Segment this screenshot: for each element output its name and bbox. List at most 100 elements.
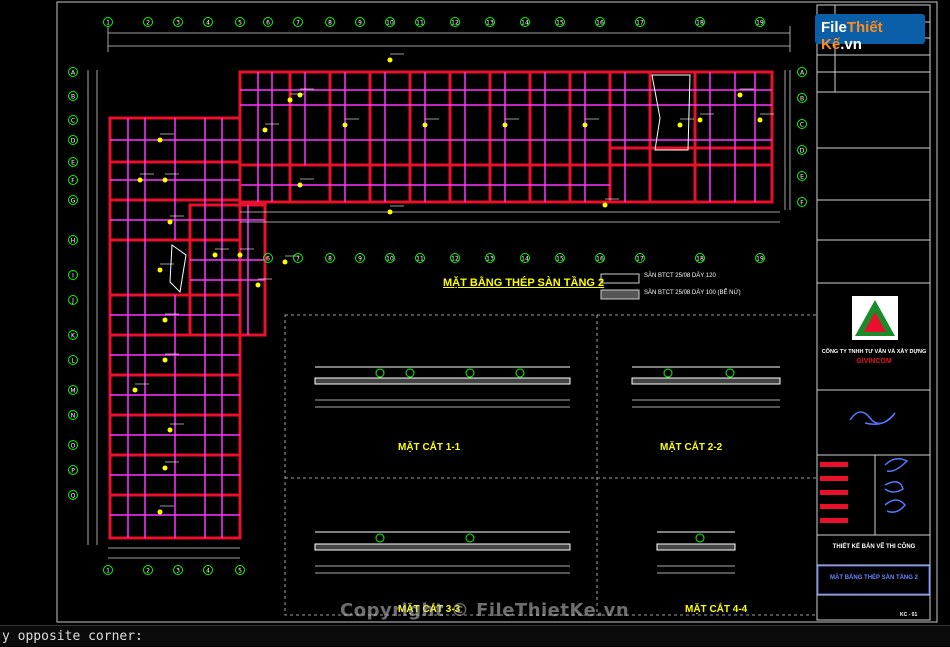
axis-bottom-3: 3	[173, 565, 183, 575]
axis-top-6: 6	[263, 17, 273, 27]
svg-text:11: 11	[416, 256, 424, 263]
axis-top-1: 1	[103, 17, 113, 27]
stair-opening	[651, 74, 691, 151]
svg-text:B: B	[71, 94, 75, 101]
axis-top-19: 19	[755, 17, 765, 27]
site-logo[interactable]: FileThiết Kế.vn	[815, 14, 925, 53]
svg-text:11: 11	[416, 20, 424, 27]
axis-top-3: 3	[173, 17, 183, 27]
axis-bottom-15: 15	[555, 253, 565, 263]
axis-bottom-2: 2	[143, 565, 153, 575]
section-frames	[284, 314, 818, 616]
axis-left-J: J	[68, 295, 78, 305]
logo-text: FileThiết Kế.vn	[821, 19, 925, 53]
svg-text:13: 13	[486, 256, 494, 263]
svg-text:1: 1	[106, 20, 110, 27]
svg-text:17: 17	[636, 256, 644, 263]
svg-text:J: J	[71, 298, 74, 305]
svg-text:I: I	[72, 273, 74, 280]
axis-bottom-12: 12	[450, 253, 460, 263]
command-line[interactable]: y opposite corner:	[0, 625, 950, 646]
svg-text:18: 18	[696, 20, 704, 27]
axis-right-E: E	[797, 171, 807, 181]
svg-text:2: 2	[146, 568, 150, 575]
rebar-tag	[157, 263, 174, 273]
axis-left-B: B	[68, 91, 78, 101]
svg-text:C: C	[71, 118, 75, 125]
axis-left-D: D	[68, 135, 78, 145]
legend-text-2: SÀN BTCT 25/08 DÀY 100 (BỂ NỨ)	[644, 290, 741, 296]
svg-text:P: P	[71, 468, 75, 475]
sheet-title: MẶT BẰNG THÉP SÀN TẦNG 2	[830, 575, 918, 581]
axis-bottom-19: 19	[755, 253, 765, 263]
svg-text:M: M	[70, 388, 75, 395]
axis-top-2: 2	[143, 17, 153, 27]
axis-top-13: 13	[485, 17, 495, 27]
axis-left-L: L	[68, 355, 78, 365]
sheet-number: KC - 01	[900, 612, 918, 618]
svg-text:12: 12	[451, 20, 459, 27]
company-line: CÔNG TY TNHH TƯ VẤN VÀ XÂY DỰNG	[821, 349, 927, 355]
svg-text:8: 8	[328, 256, 332, 263]
axis-top-8: 8	[325, 17, 335, 27]
svg-text:3: 3	[176, 20, 180, 27]
legend-swatch-1	[600, 273, 640, 284]
axis-top-10: 10	[385, 17, 395, 27]
svg-text:9: 9	[358, 256, 362, 263]
axis-bottom-4: 4	[203, 565, 213, 575]
axis-left-N: N	[68, 410, 78, 420]
axis-bottom-1: 1	[103, 565, 113, 575]
svg-text:1: 1	[106, 568, 110, 575]
section-label-1: MẶT CẮT 1-1	[398, 442, 461, 453]
rebar-tag	[157, 505, 174, 515]
axis-top-9: 9	[355, 17, 365, 27]
rebar-tag	[697, 113, 714, 123]
svg-text:O: O	[71, 443, 76, 450]
axis-bottom-7: 7	[293, 253, 303, 263]
svg-text:F: F	[71, 178, 75, 185]
top-dimension	[107, 26, 791, 52]
section-2-2	[631, 366, 781, 408]
svg-text:7: 7	[296, 256, 300, 263]
rebar-tag	[162, 173, 179, 183]
axis-bottom-10: 10	[385, 253, 395, 263]
axis-top-16: 16	[595, 17, 605, 27]
title-block-red-cells	[820, 462, 848, 523]
axis-bottom-13: 13	[485, 253, 495, 263]
section-1-1	[314, 366, 571, 408]
axis-bottom-16: 16	[595, 253, 605, 263]
svg-text:5: 5	[238, 20, 242, 27]
svg-text:10: 10	[386, 20, 394, 27]
svg-text:D: D	[800, 148, 805, 155]
axis-left-K: K	[68, 330, 78, 340]
drawing-svg[interactable]: 1122334455667788991010111112121313141415…	[0, 0, 950, 646]
rebar-tag	[162, 461, 179, 471]
svg-text:7: 7	[296, 20, 300, 27]
svg-text:E: E	[800, 174, 804, 181]
logo-main: File	[821, 19, 847, 36]
axis-left-Q: Q	[68, 490, 78, 500]
axis-bottom-8: 8	[325, 253, 335, 263]
cad-canvas[interactable]: 1 1 2 2 3 3 4 4 5 5 6 6 7 7 8 8 9 9 10 10 11 11 12 12 13 13 14 14 15…	[0, 0, 950, 646]
plan-title: MẶT BẰNG THÉP SÀN TẦNG 2	[443, 277, 605, 289]
bottom-dimension	[108, 211, 780, 559]
svg-text:14: 14	[521, 20, 529, 27]
legend-text-1: SÀN BTCT 25/08 DÀY 120	[644, 273, 716, 279]
axis-right-C: C	[797, 119, 807, 129]
upper-wing-rebar	[240, 72, 772, 202]
axis-top-14: 14	[520, 17, 530, 27]
svg-text:4: 4	[206, 568, 210, 575]
axis-top-11: 11	[415, 17, 425, 27]
axis-bottom-5: 5	[235, 565, 245, 575]
svg-text:19: 19	[756, 256, 764, 263]
axis-bottom-18: 18	[695, 253, 705, 263]
axis-top-4: 4	[203, 17, 213, 27]
axis-top-5: 5	[235, 17, 245, 27]
svg-text:Q: Q	[71, 493, 76, 500]
axis-bottom-9: 9	[355, 253, 365, 263]
svg-text:18: 18	[696, 256, 704, 263]
legend-swatch-2	[600, 289, 640, 300]
axis-left-G: G	[68, 195, 78, 205]
svg-text:C: C	[800, 122, 804, 129]
axis-left-O: O	[68, 440, 78, 450]
